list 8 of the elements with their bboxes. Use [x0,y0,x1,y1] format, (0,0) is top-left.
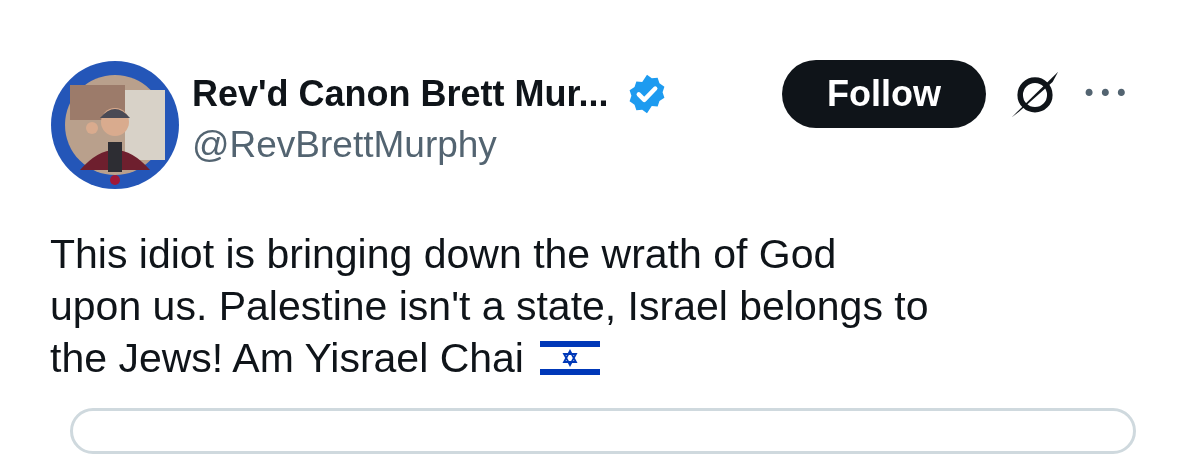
post-text-line: the Jews! Am Yisrael Chai [50,334,524,383]
post-text-line: This idiot is bringing down the wrath of God [50,230,837,279]
author-handle: @RevBrettMurphy [192,124,498,166]
post-text-line: upon us. Palestine isn't a state, Israel belongs to [50,282,929,331]
follow-button[interactable]: Follow [782,60,986,128]
flag-icon [540,338,600,378]
author-name: Rev'd Canon Brett Mur... [192,73,609,115]
more-button[interactable]: ••• [1082,80,1131,108]
